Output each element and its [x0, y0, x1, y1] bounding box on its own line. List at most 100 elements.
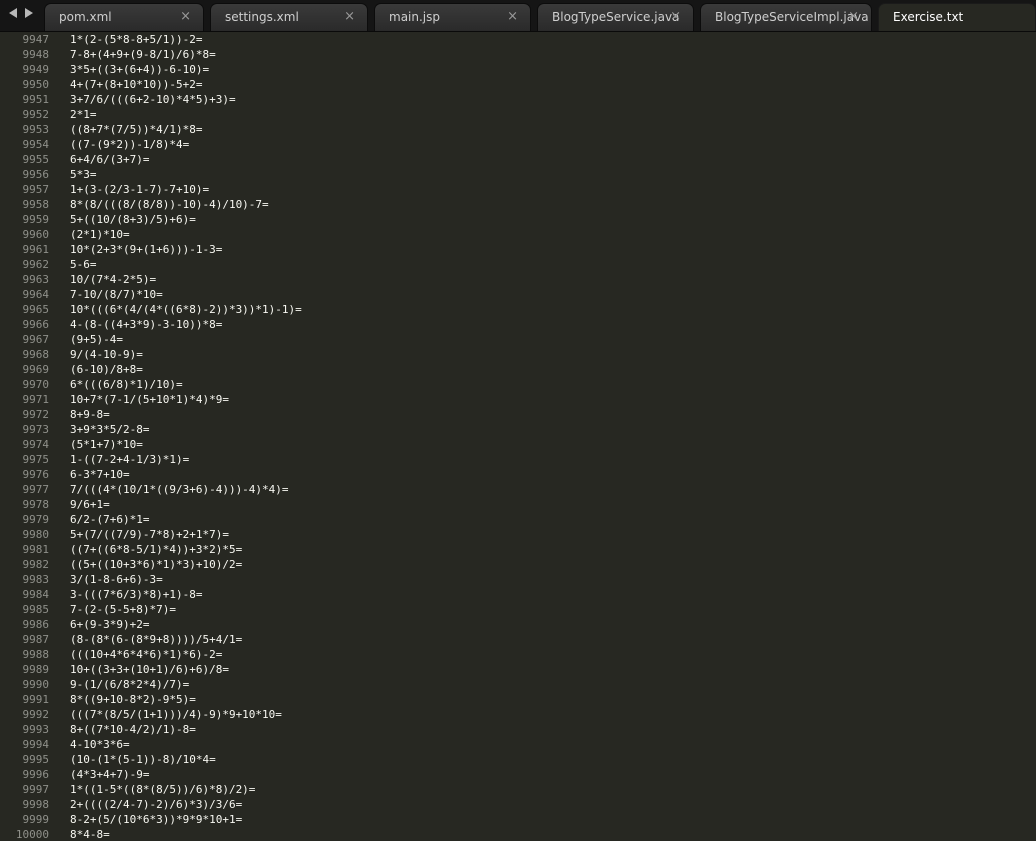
- line-text[interactable]: 10*(((6*(4/(4*((6*8)-2))*3))*1)-1)=: [70, 302, 302, 317]
- line-text[interactable]: 6+(9-3*9)+2=: [70, 617, 149, 632]
- code-line[interactable]: 9966 4-(8-((4+3*9)-3-10))*8=: [0, 317, 1036, 332]
- code-line[interactable]: 9996 (4*3+4+7)-9=: [0, 767, 1036, 782]
- code-line[interactable]: 9992 (((7*(8/5/(1+1)))/4)-9)*9+10*10=: [0, 707, 1036, 722]
- line-text[interactable]: 6-3*7+10=: [70, 467, 130, 482]
- code-line[interactable]: 9987 (8-(8*(6-(8*9+8))))/5+4/1=: [0, 632, 1036, 647]
- tab-blogtypeserviceimpl-java[interactable]: BlogTypeServiceImpl.java ×: [700, 3, 872, 31]
- line-text[interactable]: 5+((10/(8+3)/5)+6)=: [70, 212, 196, 227]
- line-text[interactable]: (2*1)*10=: [70, 227, 130, 242]
- code-line[interactable]: 9997 1*((1-5*((8*(8/5))/6)*8)/2)=: [0, 782, 1036, 797]
- line-text[interactable]: 8+9-8=: [70, 407, 110, 422]
- code-line[interactable]: 9972 8+9-8=: [0, 407, 1036, 422]
- code-line[interactable]: 9958 8*(8/(((8/(8/8))-10)-4)/10)-7=: [0, 197, 1036, 212]
- line-text[interactable]: (4*3+4+7)-9=: [70, 767, 149, 782]
- code-line[interactable]: 9995 (10-(1*(5-1))-8)/10*4=: [0, 752, 1036, 767]
- code-line[interactable]: 9948 7-8+(4+9+(9-8/1)/6)*8=: [0, 47, 1036, 62]
- line-text[interactable]: 1+(3-(2/3-1-7)-7+10)=: [70, 182, 209, 197]
- line-text[interactable]: 7/(((4*(10/1*((9/3+6)-4)))-4)*4)=: [70, 482, 289, 497]
- code-line[interactable]: 9982 ((5+((10+3*6)*1)*3)+10)/2=: [0, 557, 1036, 572]
- code-line[interactable]: 9969 (6-10)/8+8=: [0, 362, 1036, 377]
- line-text[interactable]: 1-((7-2+4-1/3)*1)=: [70, 452, 189, 467]
- line-text[interactable]: 3/(1-8-6+6)-3=: [70, 572, 163, 587]
- code-line[interactable]: 9967 (9+5)-4=: [0, 332, 1036, 347]
- code-line[interactable]: 9993 8+((7*10-4/2)/1)-8=: [0, 722, 1036, 737]
- text-editor[interactable]: 9947 1*(2-(5*8-8+5/1))-2= 9948 7-8+(4+9+(9-…: [0, 32, 1036, 841]
- line-text[interactable]: 3-(((7*6/3)*8)+1)-8=: [70, 587, 202, 602]
- code-line[interactable]: 9947 1*(2-(5*8-8+5/1))-2=: [0, 32, 1036, 47]
- line-text[interactable]: 7-10/(8/7)*10=: [70, 287, 163, 302]
- code-line[interactable]: 10000 8*4-8=: [0, 827, 1036, 841]
- line-text[interactable]: 7-8+(4+9+(9-8/1)/6)*8=: [70, 47, 216, 62]
- line-text[interactable]: 4+(7+(8+10*10))-5+2=: [70, 77, 202, 92]
- code-line[interactable]: 9960 (2*1)*10=: [0, 227, 1036, 242]
- line-text[interactable]: ((5+((10+3*6)*1)*3)+10)/2=: [70, 557, 242, 572]
- code-line[interactable]: 9964 7-10/(8/7)*10=: [0, 287, 1036, 302]
- code-line[interactable]: 9963 10/(7*4-2*5)=: [0, 272, 1036, 287]
- tab-main-jsp[interactable]: main.jsp ×: [374, 3, 531, 31]
- code-line[interactable]: 9978 9/6+1=: [0, 497, 1036, 512]
- line-text[interactable]: 9-(1/(6/8*2*4)/7)=: [70, 677, 189, 692]
- code-line[interactable]: 9971 10+7*(7-1/(5+10*1)*4)*9=: [0, 392, 1036, 407]
- line-text[interactable]: 4-10*3*6=: [70, 737, 130, 752]
- code-line[interactable]: 9954 ((7-(9*2))-1/8)*4=: [0, 137, 1036, 152]
- code-line[interactable]: 9975 1-((7-2+4-1/3)*1)=: [0, 452, 1036, 467]
- code-line[interactable]: 9956 5*3=: [0, 167, 1036, 182]
- line-text[interactable]: 5+(7/((7/9)-7*8)+2+1*7)=: [70, 527, 229, 542]
- code-line[interactable]: 9979 6/2-(7+6)*1=: [0, 512, 1036, 527]
- line-text[interactable]: (6-10)/8+8=: [70, 362, 143, 377]
- line-text[interactable]: 5-6=: [70, 257, 97, 272]
- line-text[interactable]: 1*(2-(5*8-8+5/1))-2=: [70, 32, 202, 47]
- line-text[interactable]: 8+((7*10-4/2)/1)-8=: [70, 722, 196, 737]
- code-line[interactable]: 9950 4+(7+(8+10*10))-5+2=: [0, 77, 1036, 92]
- line-text[interactable]: 7-(2-(5-5+8)*7)=: [70, 602, 176, 617]
- code-line[interactable]: 9961 10*(2+3*(9+(1+6)))-1-3=: [0, 242, 1036, 257]
- code-line[interactable]: 9965 10*(((6*(4/(4*((6*8)-2))*3))*1)-1)=: [0, 302, 1036, 317]
- line-text[interactable]: 8-2+(5/(10*6*3))*9*9*10+1=: [70, 812, 242, 827]
- line-text[interactable]: ((8+7*(7/5))*4/1)*8=: [70, 122, 202, 137]
- code-line[interactable]: 9985 7-(2-(5-5+8)*7)=: [0, 602, 1036, 617]
- line-text[interactable]: (9+5)-4=: [70, 332, 123, 347]
- line-text[interactable]: (((10+4*6*4*6)*1)*6)-2=: [70, 647, 222, 662]
- close-icon[interactable]: ×: [670, 10, 681, 24]
- code-line[interactable]: 9977 7/(((4*(10/1*((9/3+6)-4)))-4)*4)=: [0, 482, 1036, 497]
- line-text[interactable]: 10+((3+3+(10+1)/6)+6)/8=: [70, 662, 229, 677]
- line-text[interactable]: ((7-(9*2))-1/8)*4=: [70, 137, 189, 152]
- line-text[interactable]: 10+7*(7-1/(5+10*1)*4)*9=: [70, 392, 229, 407]
- line-text[interactable]: ((7+((6*8-5/1)*4))+3*2)*5=: [70, 542, 242, 557]
- code-line[interactable]: 9957 1+(3-(2/3-1-7)-7+10)=: [0, 182, 1036, 197]
- tab-settings-xml[interactable]: settings.xml ×: [210, 3, 368, 31]
- code-line[interactable]: 9981 ((7+((6*8-5/1)*4))+3*2)*5=: [0, 542, 1036, 557]
- close-icon[interactable]: ×: [180, 10, 191, 24]
- line-text[interactable]: 9/(4-10-9)=: [70, 347, 143, 362]
- code-line[interactable]: 9974 (5*1+7)*10=: [0, 437, 1036, 452]
- tab-pom-xml[interactable]: pom.xml ×: [44, 3, 204, 31]
- line-text[interactable]: 1*((1-5*((8*(8/5))/6)*8)/2)=: [70, 782, 255, 797]
- line-text[interactable]: 10/(7*4-2*5)=: [70, 272, 156, 287]
- close-icon[interactable]: ×: [848, 10, 859, 24]
- close-icon[interactable]: ×: [344, 10, 355, 24]
- code-line[interactable]: 9973 3+9*3*5/2-8=: [0, 422, 1036, 437]
- line-text[interactable]: (5*1+7)*10=: [70, 437, 143, 452]
- line-text[interactable]: 2*1=: [70, 107, 97, 122]
- code-line[interactable]: 9962 5-6=: [0, 257, 1036, 272]
- code-line[interactable]: 9988 (((10+4*6*4*6)*1)*6)-2=: [0, 647, 1036, 662]
- code-line[interactable]: 9955 6+4/6/(3+7)=: [0, 152, 1036, 167]
- line-text[interactable]: 6+4/6/(3+7)=: [70, 152, 149, 167]
- code-line[interactable]: 9952 2*1=: [0, 107, 1036, 122]
- line-text[interactable]: (10-(1*(5-1))-8)/10*4=: [70, 752, 216, 767]
- code-line[interactable]: 9994 4-10*3*6=: [0, 737, 1036, 752]
- line-text[interactable]: 6*(((6/8)*1)/10)=: [70, 377, 183, 392]
- line-text[interactable]: 10*(2+3*(9+(1+6)))-1-3=: [70, 242, 222, 257]
- line-text[interactable]: (8-(8*(6-(8*9+8))))/5+4/1=: [70, 632, 242, 647]
- line-text[interactable]: 6/2-(7+6)*1=: [70, 512, 149, 527]
- code-line[interactable]: 9953 ((8+7*(7/5))*4/1)*8=: [0, 122, 1036, 137]
- code-line[interactable]: 9980 5+(7/((7/9)-7*8)+2+1*7)=: [0, 527, 1036, 542]
- code-line[interactable]: 9998 2+((((2/4-7)-2)/6)*3)/3/6=: [0, 797, 1036, 812]
- code-line[interactable]: 9991 8*((9+10-8*2)-9*5)=: [0, 692, 1036, 707]
- line-text[interactable]: 9/6+1=: [70, 497, 110, 512]
- line-text[interactable]: 8*(8/(((8/(8/8))-10)-4)/10)-7=: [70, 197, 269, 212]
- line-text[interactable]: 5*3=: [70, 167, 97, 182]
- line-text[interactable]: 3*5+((3+(6+4))-6-10)=: [70, 62, 209, 77]
- line-text[interactable]: 8*4-8=: [70, 827, 110, 841]
- line-text[interactable]: 2+((((2/4-7)-2)/6)*3)/3/6=: [70, 797, 242, 812]
